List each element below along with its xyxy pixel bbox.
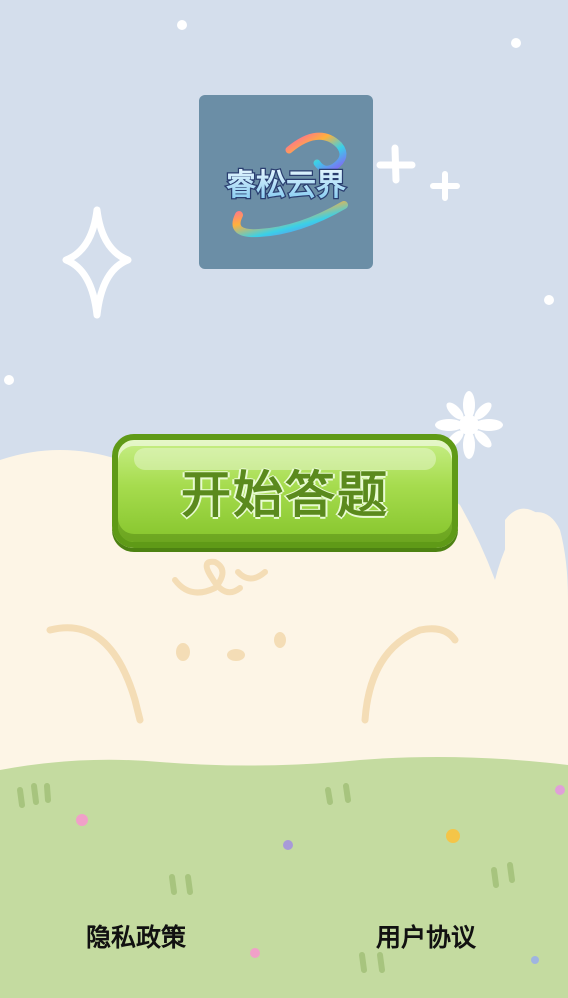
user-agreement-link[interactable]: 用户协议	[376, 918, 476, 954]
privacy-policy-link[interactable]: 隐私政策	[86, 918, 186, 954]
logo-text: 睿松云界	[226, 168, 346, 203]
start-quiz-button[interactable]: 开始答题	[112, 434, 458, 548]
app-logo: 睿松云界	[199, 95, 373, 269]
start-screen: 睿松云界 开始答题 隐私政策 用户协议	[0, 0, 568, 998]
start-quiz-label: 开始答题	[181, 466, 389, 524]
